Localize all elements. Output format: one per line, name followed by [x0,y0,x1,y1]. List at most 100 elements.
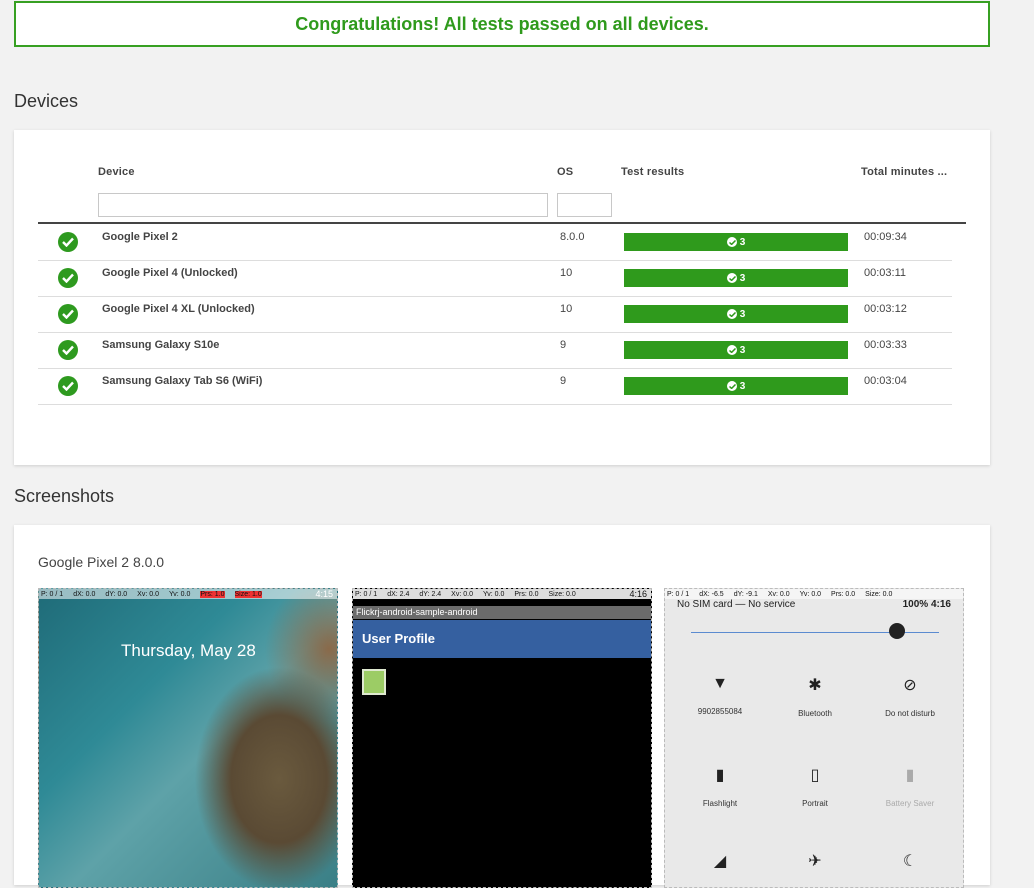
devices-section-title: Devices [14,91,79,111]
device-row[interactable]: Samsung Galaxy S10e 9 3 00:03:33 [38,333,952,369]
test-results-bar[interactable]: 3 [624,269,848,287]
device-row[interactable]: Google Pixel 4 XL (Unlocked) 10 3 00:03:12 [38,297,952,333]
tile-airplane[interactable]: ✈ [770,851,860,885]
column-os[interactable]: OS [557,166,573,178]
check-circle-icon [726,345,737,355]
sim-status: No SIM card — No service [677,599,796,610]
tile-flashlight[interactable]: ▮ Flashlight [675,765,765,808]
status-text: Prs: 0.0 [831,590,856,598]
status-text: P: 0 / 1 [41,590,64,598]
tile-cellular[interactable]: ◢ [675,851,765,885]
device-name[interactable]: Samsung Galaxy Tab S6 (WiFi) [102,375,262,387]
tile-label: Portrait [802,799,828,808]
tile-night[interactable]: ☾ [865,851,955,885]
status-text: Size: 0.0 [865,590,893,598]
devices-card: Device OS Test results Total minutes ...… [14,130,990,465]
pass-check-icon [58,304,78,324]
device-name[interactable]: Google Pixel 4 (Unlocked) [102,267,238,279]
check-circle-icon [726,237,737,247]
battery-saver-icon: ▮ [905,767,915,784]
pointer-status-bar: P: 0 / 1 dX: -6.5 dY: -9.1 Xv: 0.0 Yv: 0… [665,589,963,599]
column-total-minutes[interactable]: Total minutes ... [861,166,947,178]
status-text: Xv: 0.0 [767,590,790,598]
os-filter-input[interactable] [557,193,612,217]
device-filter-input[interactable] [98,193,548,217]
passed-count: 3 [739,380,746,392]
tile-label: Flashlight [702,799,738,808]
status-text: Xv: 0.0 [451,590,473,598]
device-row[interactable]: Samsung Galaxy Tab S6 (WiFi) 9 3 00:03:04 [38,369,952,405]
status-text: P: 0 / 1 [355,590,378,598]
tile-label: Battery Saver [885,799,935,808]
device-name[interactable]: Google Pixel 4 XL (Unlocked) [102,303,255,315]
status-text: dX: 0.0 [73,590,96,598]
action-bar-title: User Profile [353,620,651,658]
screenshot-user-profile[interactable]: P: 0 / 1 dX: 2.4 dY: 2.4 Xv: 0.0 Yv: 0.0… [352,588,652,888]
test-results-bar[interactable]: 3 [624,377,848,395]
tile-portrait[interactable]: ▯ Portrait [770,765,860,808]
status-text: dX: 2.4 [387,590,410,598]
status-text: Size: 1.0 [234,590,262,598]
tile-bluetooth[interactable]: ✱ Bluetooth [770,675,860,718]
status-text: Prs: 0.0 [514,590,539,598]
column-device[interactable]: Device [98,166,135,178]
tile-dnd[interactable]: ⊘ Do not disturb [865,675,955,718]
device-row[interactable]: Google Pixel 4 (Unlocked) 10 3 00:03:11 [38,261,952,297]
header-divider [38,222,966,224]
total-minutes: 00:03:12 [864,303,907,315]
success-banner: Congratulations! All tests passed on all… [14,1,990,47]
flashlight-icon: ▮ [715,767,725,784]
clock: 4:15 [315,589,333,599]
device-row[interactable]: Google Pixel 2 8.0.0 3 00:09:34 [38,225,952,261]
pass-check-icon [58,268,78,288]
app-title-bar: Flickrj-android-sample-android [353,606,651,619]
pass-check-icon [58,232,78,252]
passed-count: 3 [739,272,746,284]
pointer-status-bar: P: 0 / 1 dX: 2.4 dY: 2.4 Xv: 0.0 Yv: 0.0… [353,589,651,599]
tile-label: Bluetooth [798,709,832,718]
status-text: P: 0 / 1 [667,590,690,598]
total-minutes: 00:03:33 [864,339,907,351]
pointer-status-bar: P: 0 / 1 dX: 0.0 dY: 0.0 Xv: 0.0 Yv: 0.0… [39,589,337,599]
device-name[interactable]: Google Pixel 2 [102,231,178,243]
os-version: 10 [560,303,573,315]
screenshots-card: Google Pixel 2 8.0.0 P: 0 / 1 dX: 0.0 dY… [14,525,990,888]
os-version: 9 [560,375,567,387]
column-test-results[interactable]: Test results [621,166,684,178]
status-text: dY: 0.0 [105,590,128,598]
status-text: dY: 2.4 [419,590,442,598]
test-results-bar[interactable]: 3 [624,233,848,251]
screenshot-lockscreen[interactable]: P: 0 / 1 dX: 0.0 dY: 0.0 Xv: 0.0 Yv: 0.0… [38,588,338,888]
wifi-icon: ▼ [712,675,728,692]
passed-count: 3 [739,236,746,248]
pass-check-icon [58,376,78,396]
tile-wifi[interactable]: ▼ 9902855084 [675,675,765,716]
test-results-bar[interactable]: 3 [624,341,848,359]
passed-count: 3 [739,344,746,356]
total-minutes: 00:03:11 [864,267,907,279]
pass-check-icon [58,340,78,360]
total-minutes: 00:09:34 [864,231,907,243]
test-results-bar[interactable]: 3 [624,305,848,323]
lockscreen-date: Thursday, May 28 [121,641,256,660]
check-circle-icon [726,309,737,319]
tile-battery-saver[interactable]: ▮ Battery Saver [865,765,955,808]
bluetooth-icon: ✱ [808,677,822,694]
moon-icon: ☾ [902,853,918,870]
os-version: 10 [560,267,573,279]
screenshot-quick-settings[interactable]: P: 0 / 1 dX: -6.5 dY: -9.1 Xv: 0.0 Yv: 0… [664,588,964,888]
status-text: dX: -6.5 [699,590,724,598]
device-name[interactable]: Samsung Galaxy S10e [102,339,219,351]
status-text: Yv: 0.0 [482,590,505,598]
status-text: Yv: 0.0 [168,590,191,598]
check-circle-icon [726,381,737,391]
brightness-knob-icon[interactable] [889,623,905,639]
cellular-icon: ◢ [713,853,727,870]
do-not-disturb-icon: ⊘ [903,677,917,694]
os-version: 9 [560,339,567,351]
status-text: dY: -9.1 [733,590,758,598]
status-text: Yv: 0.0 [799,590,822,598]
screenshots-section-title: Screenshots [14,486,115,506]
tile-label: 9902855084 [697,707,743,716]
airplane-icon: ✈ [808,853,822,870]
